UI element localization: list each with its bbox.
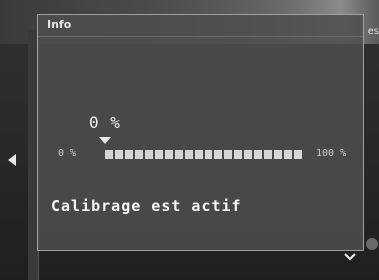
info-dialog: Info 0 % 0 % 100 % Calibrage est actif bbox=[37, 14, 364, 251]
progress-segment bbox=[134, 150, 143, 159]
progress-marker-icon bbox=[99, 137, 111, 144]
progress-segment bbox=[224, 150, 233, 159]
progress-segment bbox=[254, 150, 263, 159]
calibration-value-label: 0 % bbox=[89, 113, 121, 132]
scale-max-label: 100 % bbox=[316, 148, 347, 159]
calibration-status-text: Calibrage est actif bbox=[51, 197, 242, 215]
progress-segment bbox=[274, 150, 283, 159]
progress-segment bbox=[174, 150, 183, 159]
progress-segment bbox=[244, 150, 253, 159]
progress-segment bbox=[105, 150, 113, 159]
progress-segment bbox=[154, 150, 163, 159]
progress-segment bbox=[294, 150, 303, 159]
progress-segment bbox=[144, 150, 153, 159]
left-arrow-icon[interactable] bbox=[8, 154, 16, 166]
dialog-header-divider bbox=[38, 36, 363, 37]
progress-segment bbox=[214, 150, 223, 159]
circle-indicator-icon bbox=[366, 238, 378, 250]
background-partial-text: es bbox=[367, 26, 379, 37]
progress-segment bbox=[164, 150, 173, 159]
progress-segment bbox=[124, 150, 133, 159]
dialog-title: Info bbox=[47, 18, 72, 31]
progress-segment bbox=[194, 150, 203, 159]
progress-segment bbox=[114, 150, 123, 159]
chevron-down-icon[interactable] bbox=[344, 252, 356, 262]
calibration-progress-bar bbox=[105, 150, 303, 159]
progress-segment bbox=[284, 150, 293, 159]
progress-segment bbox=[204, 150, 213, 159]
progress-segment bbox=[264, 150, 273, 159]
progress-segment bbox=[184, 150, 193, 159]
scale-min-label: 0 % bbox=[58, 148, 77, 159]
progress-segment bbox=[234, 150, 243, 159]
